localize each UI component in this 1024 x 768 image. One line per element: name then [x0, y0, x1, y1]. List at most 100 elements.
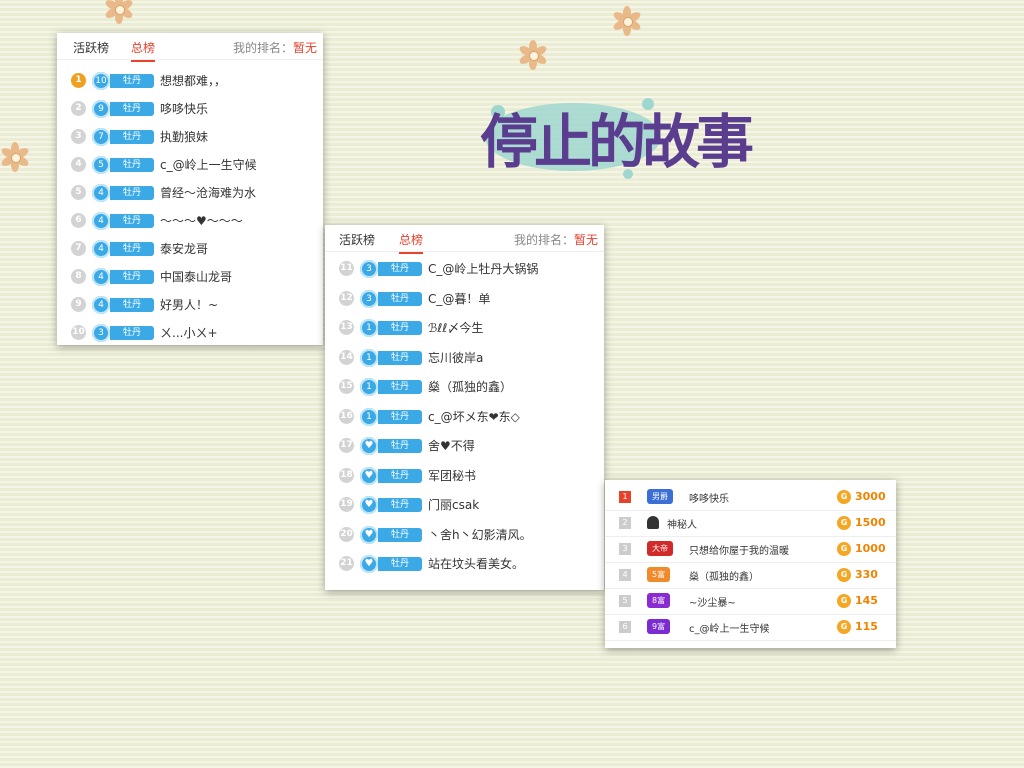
list-item[interactable]: 9 4 牡丹 好男人！~: [57, 291, 323, 319]
list-item[interactable]: 8 4 牡丹 中国泰山龙哥: [57, 263, 323, 291]
list-item[interactable]: 1 10 牡丹 想想都难，，: [57, 67, 323, 95]
level-badge: 10: [92, 72, 110, 90]
mystery-avatar-icon: [647, 516, 659, 529]
user-name: 哆哆快乐: [689, 494, 729, 505]
tab-active-ranking[interactable]: 活跃榜: [339, 231, 375, 248]
level-badge: ♥: [360, 437, 378, 455]
flower-tag: 牡丹: [378, 557, 422, 571]
list-item[interactable]: 13 1 牡丹 ℬℓℓ〆今生: [325, 314, 604, 342]
user-name: 燊（孤独的鑫）: [428, 380, 513, 394]
rank-number: 6: [619, 621, 631, 633]
rank-number: 13: [339, 320, 354, 335]
list-item[interactable]: 18 ♥ 牡丹 军团秘书: [325, 462, 604, 490]
list-item[interactable]: 7 4 牡丹 泰安龙哥: [57, 235, 323, 263]
rank-badge: 5富: [647, 567, 671, 582]
list-item[interactable]: 20 ♥ 牡丹 丶舍h丶幻影清风。: [325, 521, 604, 549]
rank-number: 9: [71, 297, 86, 312]
rank-number: 6: [71, 213, 86, 228]
flower-tag: 牡丹: [110, 270, 154, 284]
rank-number: 16: [339, 408, 354, 424]
rank-number: 5: [71, 185, 86, 200]
coin-icon: G: [837, 490, 851, 504]
user-name: C_@暮！单: [428, 291, 491, 306]
rank-number: 14: [339, 349, 354, 365]
list-item[interactable]: 12 3 牡丹 C_@暮！单: [325, 285, 604, 313]
flower-tag: 牡丹: [378, 262, 422, 276]
user-name: 想想都难，，: [160, 74, 227, 88]
list-item[interactable]: 4 5富 燊（孤独的鑫） G 330: [605, 562, 896, 589]
user-name: 哆哆快乐: [160, 102, 209, 116]
tab-active-ranking[interactable]: 活跃榜: [73, 39, 109, 56]
flower-tag: 牡丹: [110, 130, 154, 144]
coin-icon: G: [837, 516, 851, 530]
user-name: 舍♥不得: [428, 439, 475, 453]
tab-total-ranking[interactable]: 总榜: [131, 39, 156, 62]
user-name: 忘川彼岸a: [428, 350, 484, 365]
flower-tag: 牡丹: [110, 74, 154, 88]
leaderboard-panel-1: 活跃榜 总榜 我的排名：暂无 1 10 牡丹 想想都难，， 2 9 牡丹 哆哆快乐 3 7 牡丹 执勤…: [57, 33, 323, 345]
rank-badge: 大帝: [647, 541, 673, 556]
tab-total-ranking[interactable]: 总榜: [399, 231, 424, 254]
user-name: c_@坏メ东❤东◇: [428, 409, 520, 424]
coin-icon: G: [837, 620, 851, 634]
level-badge: 1: [360, 348, 378, 367]
coin-icon: G: [837, 542, 851, 556]
user-name: 泰安龙哥: [160, 242, 209, 256]
flower-tag: 牡丹: [110, 326, 154, 340]
user-name: ~沙尘暴~: [689, 598, 736, 609]
list-item[interactable]: 1 男爵 哆哆快乐 G 3000: [605, 484, 896, 511]
user-name: 燊（孤独的鑫）: [689, 572, 759, 583]
list-item[interactable]: 3 大帝 只想给你屋于我的温暖 G 1000: [605, 536, 896, 563]
rank-number: 8: [71, 269, 86, 284]
list-item[interactable]: 5 8富 ~沙尘暴~ G 145: [605, 588, 896, 615]
list-item[interactable]: 3 7 牡丹 执勤狼妹: [57, 123, 323, 151]
list-item[interactable]: 15 1 牡丹 燊（孤独的鑫）: [325, 373, 604, 401]
rank-badge: 9富: [647, 619, 671, 634]
list-item[interactable]: 17 ♥ 牡丹 舍♥不得: [325, 432, 604, 460]
rank-number: 19: [339, 497, 354, 512]
list-item[interactable]: 10 3 牡丹 ㄨ...小ㄨ+: [57, 319, 323, 345]
level-badge: 3: [92, 324, 110, 342]
level-badge: 7: [92, 128, 110, 146]
coin-icon: G: [837, 568, 851, 582]
score-value: 145: [855, 594, 878, 607]
user-name: 军团秘书: [428, 468, 477, 483]
list-item[interactable]: 6 9富 c_@岭上一生守候 G 115: [605, 614, 896, 641]
flower-decoration: [0, 142, 30, 172]
rank-number: 12: [339, 290, 354, 306]
user-name: ℬℓℓ〆今生: [428, 321, 484, 335]
flower-tag: 牡丹: [378, 321, 422, 335]
score-value: 1500: [855, 516, 886, 529]
rank-number: 4: [619, 569, 631, 581]
user-name: 只想给你屋于我的温暖: [689, 546, 789, 557]
flower-decoration: [104, 0, 134, 24]
rank-badge: 男爵: [647, 489, 673, 504]
list-item[interactable]: 16 1 牡丹 c_@坏メ东❤东◇: [325, 403, 604, 431]
user-name: c_@岭上一生守候: [689, 624, 770, 635]
list-item[interactable]: 2 神秘人 G 1500: [605, 510, 896, 537]
list-item[interactable]: 21 ♥ 牡丹 站在坟头看美女。: [325, 550, 604, 578]
flower-tag: 牡丹: [378, 409, 422, 424]
rank-number: 1: [619, 491, 631, 503]
list-item[interactable]: 6 4 牡丹 ～～～♥～～～: [57, 207, 323, 235]
level-badge: 4: [92, 268, 110, 286]
user-name: c_@岭上一生守候: [160, 158, 257, 172]
flower-decoration: [612, 6, 642, 36]
flower-tag: 牡丹: [110, 158, 154, 172]
wealth-ranking-panel: 1 男爵 哆哆快乐 G 3000 2 神秘人 G 1500 3 大帝 只想给你屋于我的温暖 G 1000 4…: [605, 480, 896, 648]
list-item[interactable]: 5 4 牡丹 曾经～沧海难为水: [57, 179, 323, 207]
my-rank: 我的排名：暂无: [232, 41, 317, 55]
rank-number: 1: [71, 73, 86, 88]
list-item[interactable]: 4 5 牡丹 c_@岭上一生守候: [57, 151, 323, 179]
level-badge: ♥: [360, 525, 378, 544]
list-item[interactable]: 19 ♥ 牡丹 门丽csak: [325, 491, 604, 519]
level-badge: 9: [92, 100, 110, 118]
flower-decoration: [518, 40, 548, 70]
rank-badge: 8富: [647, 593, 671, 608]
list-item[interactable]: 14 1 牡丹 忘川彼岸a: [325, 344, 604, 372]
list-item[interactable]: 11 3 牡丹 C_@岭上牡丹大锅锅: [325, 255, 604, 283]
list-item[interactable]: 2 9 牡丹 哆哆快乐: [57, 95, 323, 123]
level-badge: 1: [360, 319, 378, 337]
my-rank: 我的排名：暂无: [513, 233, 598, 247]
level-badge: 1: [360, 378, 378, 396]
